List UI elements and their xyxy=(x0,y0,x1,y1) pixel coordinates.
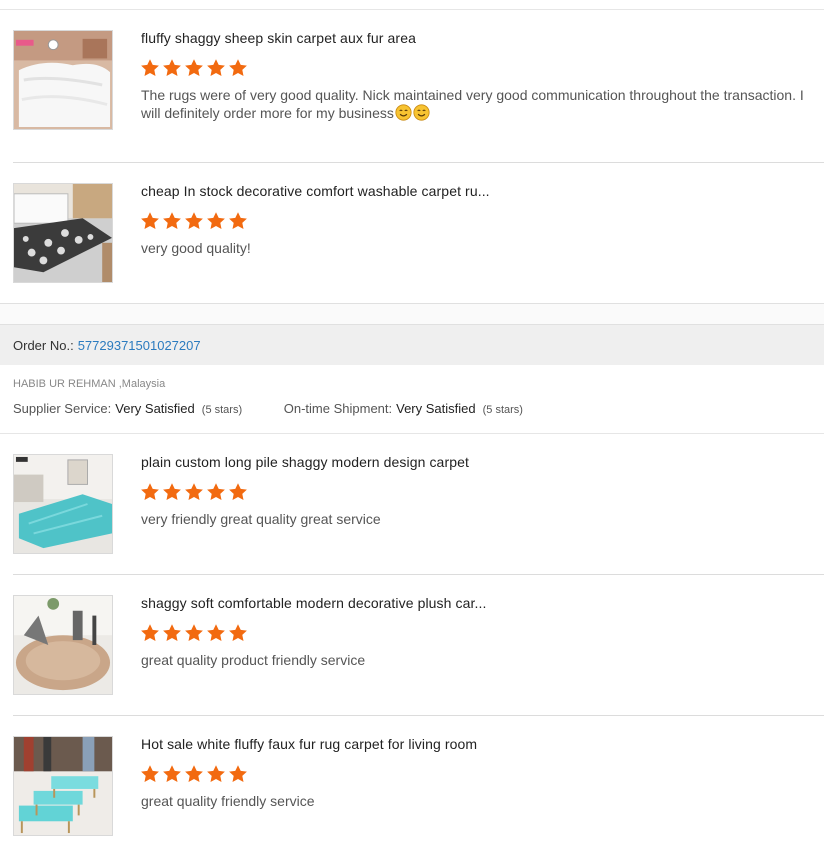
smiling-face-emoji-icon xyxy=(395,104,412,121)
star-icon xyxy=(163,765,181,782)
rating-stars xyxy=(140,58,248,78)
star-icon xyxy=(163,483,181,500)
fur-bench-photo xyxy=(14,737,112,835)
buyer-name: HABIB UR REHMAN ,Malaysia xyxy=(13,378,166,390)
sheepskin-rug-photo xyxy=(14,31,112,129)
product-title[interactable]: fluffy shaggy sheep skin carpet aux fur … xyxy=(141,30,416,46)
star-icon xyxy=(163,59,181,76)
star-icon xyxy=(185,483,203,500)
star-icon xyxy=(207,483,225,500)
star-icon xyxy=(141,212,159,229)
star-icon xyxy=(229,765,247,782)
order-number-row: Order No.: 57729371501027207 xyxy=(13,338,201,353)
star-icon xyxy=(185,212,203,229)
order-header: Order No.: 57729371501027207 xyxy=(0,324,824,365)
product-title[interactable]: plain custom long pile shaggy modern des… xyxy=(141,454,469,470)
product-title[interactable]: cheap In stock decorative comfort washab… xyxy=(141,183,490,199)
star-icon xyxy=(185,624,203,641)
supplier-service-stars: (5 stars) xyxy=(201,404,243,416)
shipment-label: On-time Shipment: xyxy=(283,401,393,416)
review-comment: very friendly great quality great servic… xyxy=(141,511,381,527)
review-comment: The rugs were of very good quality. Nick… xyxy=(141,86,811,122)
section-separator xyxy=(0,303,824,324)
store-ratings: Supplier Service: Very Satisfied (5 stars)… xyxy=(13,401,523,416)
product-thumbnail[interactable] xyxy=(13,736,113,836)
review-comment: great quality product friendly service xyxy=(141,652,366,668)
star-icon xyxy=(229,624,247,641)
star-icon xyxy=(163,624,181,641)
review-divider xyxy=(13,574,824,575)
product-title[interactable]: Hot sale white fluffy faux fur rug carpe… xyxy=(141,736,477,752)
star-icon xyxy=(229,59,247,76)
star-icon xyxy=(207,59,225,76)
supplier-service-value: Very Satisfied xyxy=(115,401,195,416)
star-icon xyxy=(207,212,225,229)
review-comment-text: The rugs were of very good quality. Nick… xyxy=(141,87,804,121)
blue-shaggy-rug-photo xyxy=(14,455,112,553)
order-number-link[interactable]: 57729371501027207 xyxy=(78,338,201,353)
review-comment: very good quality! xyxy=(141,240,251,256)
star-icon xyxy=(163,212,181,229)
round-plush-rug-photo xyxy=(14,596,112,694)
order-header-divider xyxy=(0,433,824,434)
star-icon xyxy=(185,59,203,76)
top-divider xyxy=(0,9,824,10)
star-icon xyxy=(229,483,247,500)
star-icon xyxy=(185,765,203,782)
product-title[interactable]: shaggy soft comfortable modern decorativ… xyxy=(141,595,486,611)
review-divider xyxy=(13,162,824,163)
supplier-service-label: Supplier Service: xyxy=(13,401,112,416)
rating-stars xyxy=(140,764,248,784)
rating-stars xyxy=(140,623,248,643)
star-icon xyxy=(141,624,159,641)
shipment-value: Very Satisfied xyxy=(396,401,476,416)
kitchen-mat-photo xyxy=(14,184,112,282)
star-icon xyxy=(141,765,159,782)
product-thumbnail[interactable] xyxy=(13,183,113,283)
rating-stars xyxy=(140,482,248,502)
star-icon xyxy=(229,212,247,229)
order-number-label: Order No.: xyxy=(13,338,74,353)
star-icon xyxy=(141,59,159,76)
product-thumbnail[interactable] xyxy=(13,454,113,554)
star-icon xyxy=(141,483,159,500)
star-icon xyxy=(207,765,225,782)
shipment-stars: (5 stars) xyxy=(482,404,523,416)
review-comment: great quality friendly service xyxy=(141,793,315,809)
review-divider xyxy=(13,715,824,716)
product-thumbnail[interactable] xyxy=(13,595,113,695)
product-thumbnail[interactable] xyxy=(13,30,113,130)
smiling-face-emoji-icon xyxy=(413,104,430,121)
star-icon xyxy=(207,624,225,641)
rating-stars xyxy=(140,211,248,231)
